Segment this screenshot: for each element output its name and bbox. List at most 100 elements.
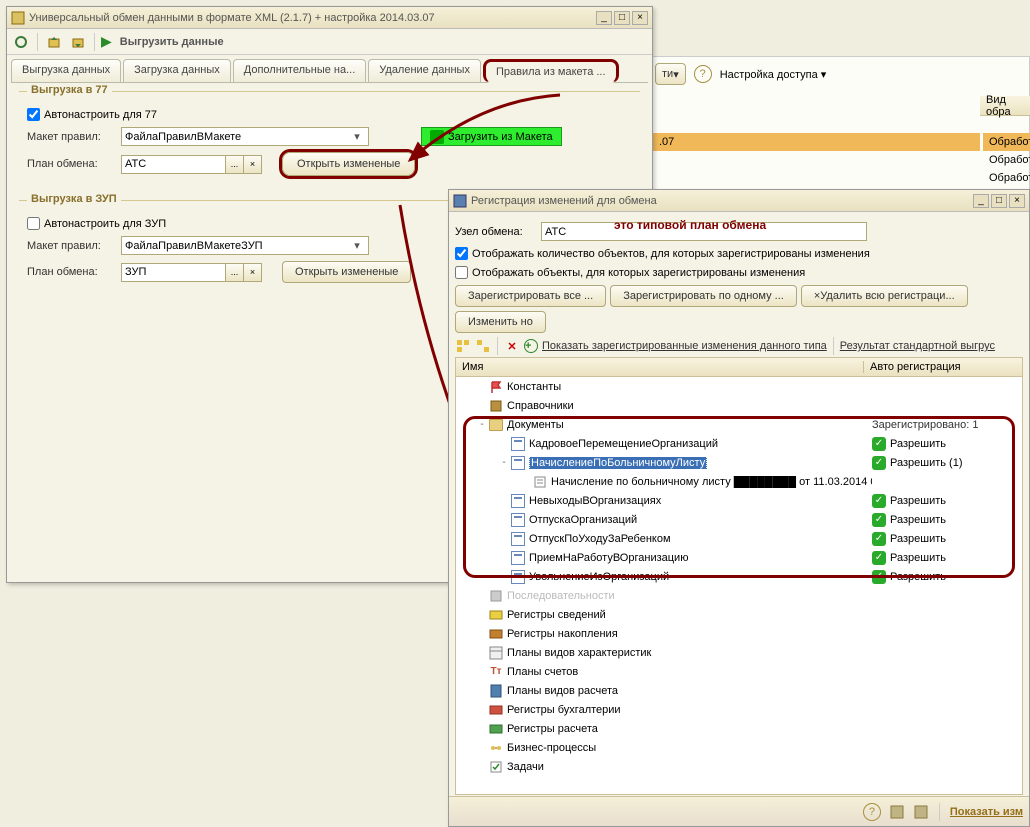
dropdown-icon-2: ▾ [349,239,365,252]
bg-kind-2: Обработк [983,151,1030,169]
tree-row[interactable]: -НачислениеПоБольничномуЛисту✓Разрешить … [456,453,1022,472]
group-export-77: Выгрузка в 77 Автонастроить для 77 Макет… [19,91,640,192]
plan-clear-btn[interactable]: × [244,155,262,174]
tree-row[interactable]: ПриемНаРаботуВОрганизацию✓Разрешить [456,548,1022,567]
legend-77: Выгрузка в 77 [27,84,112,96]
chk-auto-77[interactable] [27,108,40,121]
tree-row[interactable]: Задачи [456,757,1022,776]
tree-row[interactable]: Бизнес-процессы [456,738,1022,757]
tree-row[interactable]: УвольнениеИзОрганизаций✓Разрешить [456,567,1022,586]
tree-row[interactable]: Последовательности [456,586,1022,605]
bg-access[interactable]: Настройка доступа ▾ [720,68,827,81]
app-icon [11,11,25,25]
tree-icon-1[interactable] [455,338,471,354]
tree-row[interactable]: Регистры сведений [456,605,1022,624]
delete-icon[interactable]: ✕ [504,338,520,354]
tree-row[interactable]: ОтпускПоУходуЗаРебенком✓Разрешить [456,529,1022,548]
tree-row[interactable]: -ДокументыЗарегистрировано: 1 [456,415,1022,434]
regacc-icon [488,627,504,641]
chk-show-objects-label: Отображать объекты, для которых зарегист… [472,267,805,279]
play-icon[interactable]: ▶ [101,33,112,50]
register-one-button[interactable]: Зарегистрировать по одному ... [610,285,797,307]
close-button[interactable]: × [632,11,648,25]
doc-icon [510,513,526,527]
tree-header: Имя Авто регистрация [455,357,1023,377]
footer-icon-2[interactable] [913,804,929,820]
doc-icon [510,494,526,508]
doc-icon [510,456,526,470]
tree-row[interactable]: ОтпускаОрганизаций✓Разрешить [456,510,1022,529]
result-link[interactable]: Результат стандартной выгрус [840,340,995,352]
plan-clear-btn-zup[interactable]: × [244,263,262,282]
tree-body[interactable]: КонстантыСправочники-ДокументыЗарегистри… [455,377,1023,795]
bg-row-selected[interactable]: .07 [653,133,980,151]
tab-export[interactable]: Выгрузка данных [11,59,121,82]
tree-row[interactable]: НевыходыВОрганизациях✓Разрешить [456,491,1022,510]
plan-icon [488,646,504,660]
check-icon: ✓ [872,532,886,546]
doc-icon [510,570,526,584]
plan-label-77: План обмена: [27,158,115,170]
footer-show-changes-link[interactable]: Показать изм [950,806,1023,818]
tab-delete[interactable]: Удаление данных [368,59,481,82]
tree-row[interactable]: КадровоеПеремещениеОрганизаций✓Разрешить [456,434,1022,453]
register-all-button[interactable]: Зарегистрировать все ... [455,285,606,307]
minimize-button[interactable]: _ [596,11,612,25]
help-icon[interactable]: ? [694,65,712,83]
tb-export-icon[interactable] [44,32,64,52]
rules-select-77[interactable]: ФайлаПравилВМакете ▾ [121,127,369,146]
tb-refresh-icon[interactable] [11,32,31,52]
chk-show-objects[interactable] [455,266,468,279]
help-icon-2[interactable]: ? [863,803,881,821]
tree-icon-2[interactable] [475,338,491,354]
chk-auto-77-label: Автонастроить для 77 [44,109,157,121]
tab-import[interactable]: Загрузка данных [123,59,231,82]
check-icon: ✓ [872,494,886,508]
reg-icon [488,608,504,622]
export-command[interactable]: Выгрузить данные [120,36,224,48]
chk-show-count[interactable] [455,247,468,260]
footer-icon-1[interactable] [889,804,905,820]
plan-select-btn[interactable]: ... [226,155,244,174]
maximize-button-2[interactable]: □ [991,194,1007,208]
bg-menu-btn[interactable]: ти ▾ [655,63,686,85]
rules-select-zup[interactable]: ФайлаПравилВМакетеЗУП ▾ [121,236,369,255]
plan-input-77[interactable]: АТС [121,155,226,174]
plan-select-btn-zup[interactable]: ... [226,263,244,282]
tree-row[interactable]: Регистры накопления [456,624,1022,643]
bg-kind-3: Обработк [983,169,1030,187]
close-button-2[interactable]: × [1009,194,1025,208]
tree-row[interactable]: Планы видов расчета [456,681,1022,700]
maximize-button[interactable]: □ [614,11,630,25]
load-from-layout-button[interactable]: Загрузить из Макета [421,127,562,146]
tab-additional[interactable]: Дополнительные на... [233,59,367,82]
tb-import-icon[interactable] [68,32,88,52]
open-changes-77-button[interactable]: Открыть измененые [282,152,415,176]
tab-rules-from-layout[interactable]: Правила из макета ... [483,59,619,83]
delete-registration-button[interactable]: × Удалить всю регистраци... [801,285,968,307]
doc-icon [510,532,526,546]
minimize-button-2[interactable]: _ [973,194,989,208]
tree-row[interactable]: Справочники [456,396,1022,415]
tree-row[interactable]: Начисление по больничному листу ████████… [456,472,1022,491]
tree-row[interactable]: Регистры бухгалтерии [456,700,1022,719]
open-changes-zup-button[interactable]: Открыть измененые [282,261,411,283]
calc-icon [488,684,504,698]
tree-row[interactable]: Регистры расчета [456,719,1022,738]
plan-label-zup: План обмена: [27,266,115,278]
regb-icon [488,703,504,717]
tree-row[interactable]: Планы видов характеристик [456,643,1022,662]
chk-show-count-label: Отображать количество объектов, для кото… [472,248,870,260]
col-auto: Авто регистрация [864,361,1022,373]
add-icon[interactable]: + [524,339,538,353]
check-icon: ✓ [872,456,886,470]
plan-input-zup[interactable]: ЗУП [121,263,226,282]
change-button[interactable]: Изменить но [455,311,546,333]
regc-icon [488,722,504,736]
window-registration-changes: Регистрация изменений для обмена _ □ × У… [448,189,1030,827]
chk-auto-zup[interactable] [27,217,40,230]
tree-row[interactable]: TтПланы счетов [456,662,1022,681]
show-registered-link[interactable]: Показать зарегистрированные изменения да… [542,340,827,352]
tree-row[interactable]: Константы [456,377,1022,396]
book-icon [488,399,504,413]
